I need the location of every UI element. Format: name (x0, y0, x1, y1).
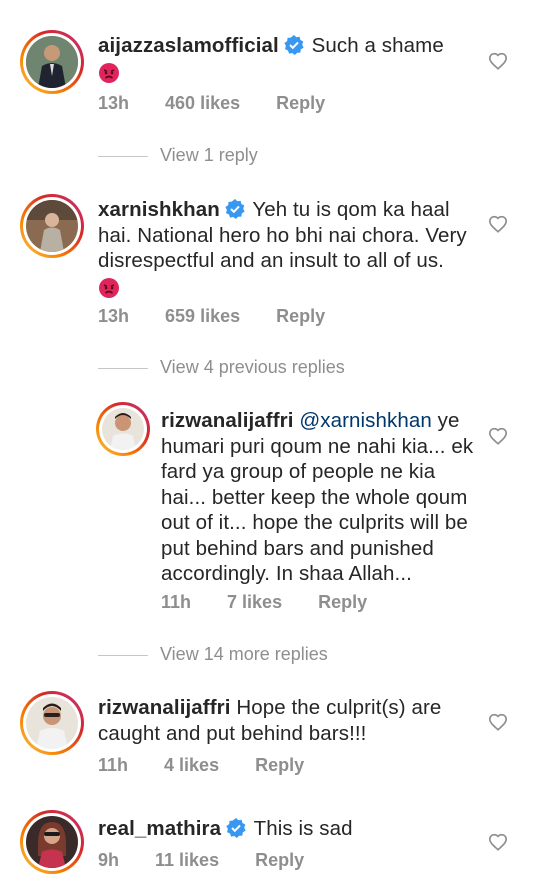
verified-badge-icon (284, 35, 304, 55)
avatar[interactable] (20, 194, 84, 258)
reply-button[interactable]: Reply (276, 93, 325, 113)
verified-badge-icon (225, 199, 245, 219)
thread-divider (98, 654, 148, 656)
username[interactable]: xarnishkhan (98, 198, 220, 221)
thread-divider (98, 155, 148, 157)
angry-face-icon (99, 278, 119, 299)
mention-link[interactable]: @xarnishkhan (299, 409, 432, 432)
heart-icon[interactable] (488, 427, 508, 445)
comment-time: 9h (98, 850, 120, 870)
view-replies-label: View 1 reply (160, 145, 258, 165)
avatar[interactable] (20, 30, 84, 94)
username[interactable]: rizwanalijaffri (98, 696, 231, 719)
thread-divider (98, 367, 148, 369)
username[interactable]: rizwanalijaffri (161, 409, 294, 432)
view-replies-label: View 4 previous replies (160, 357, 345, 377)
verified-badge-icon (226, 818, 246, 838)
view-previous-replies-button[interactable]: View 4 previous replies (98, 357, 345, 378)
likes-count[interactable]: 460 likes (165, 93, 240, 113)
comment-time: 13h (98, 93, 130, 113)
likes-count[interactable]: 11 likes (155, 850, 219, 870)
avatar[interactable] (20, 810, 84, 874)
reply-button[interactable]: Reply (255, 850, 304, 870)
reply-button[interactable]: Reply (276, 306, 325, 326)
angry-face-icon (99, 63, 119, 84)
avatar-photo (26, 200, 78, 252)
heart-icon[interactable] (488, 713, 508, 731)
reply-button[interactable]: Reply (255, 755, 304, 775)
likes-count[interactable]: 659 likes (165, 306, 240, 326)
heart-icon[interactable] (488, 52, 508, 70)
comment-time: 11h (98, 755, 129, 775)
avatar-photo (102, 408, 144, 450)
username[interactable]: real_mathira (98, 817, 221, 840)
likes-count[interactable]: 7 likes (227, 592, 282, 612)
reply-button[interactable]: Reply (318, 592, 367, 612)
avatar-photo (26, 36, 78, 88)
heart-icon[interactable] (488, 833, 508, 851)
comment-text: ye humari puri qoum ne nahi kia... ek fa… (161, 409, 474, 585)
comment-text: Such a shame (311, 34, 444, 57)
view-replies-label: View 14 more replies (160, 644, 328, 664)
heart-icon[interactable] (488, 215, 508, 233)
username[interactable]: aijazzaslamofficial (98, 34, 279, 57)
avatar[interactable] (96, 402, 150, 456)
view-more-replies-button[interactable]: View 14 more replies (98, 644, 328, 665)
avatar-photo (26, 816, 78, 868)
comment-time: 11h (161, 592, 192, 612)
view-replies-button[interactable]: View 1 reply (98, 145, 258, 166)
comment-text: This is sad (253, 817, 353, 840)
likes-count[interactable]: 4 likes (164, 755, 219, 775)
comment-time: 13h (98, 306, 130, 326)
avatar-photo (26, 697, 78, 749)
avatar[interactable] (20, 691, 84, 755)
